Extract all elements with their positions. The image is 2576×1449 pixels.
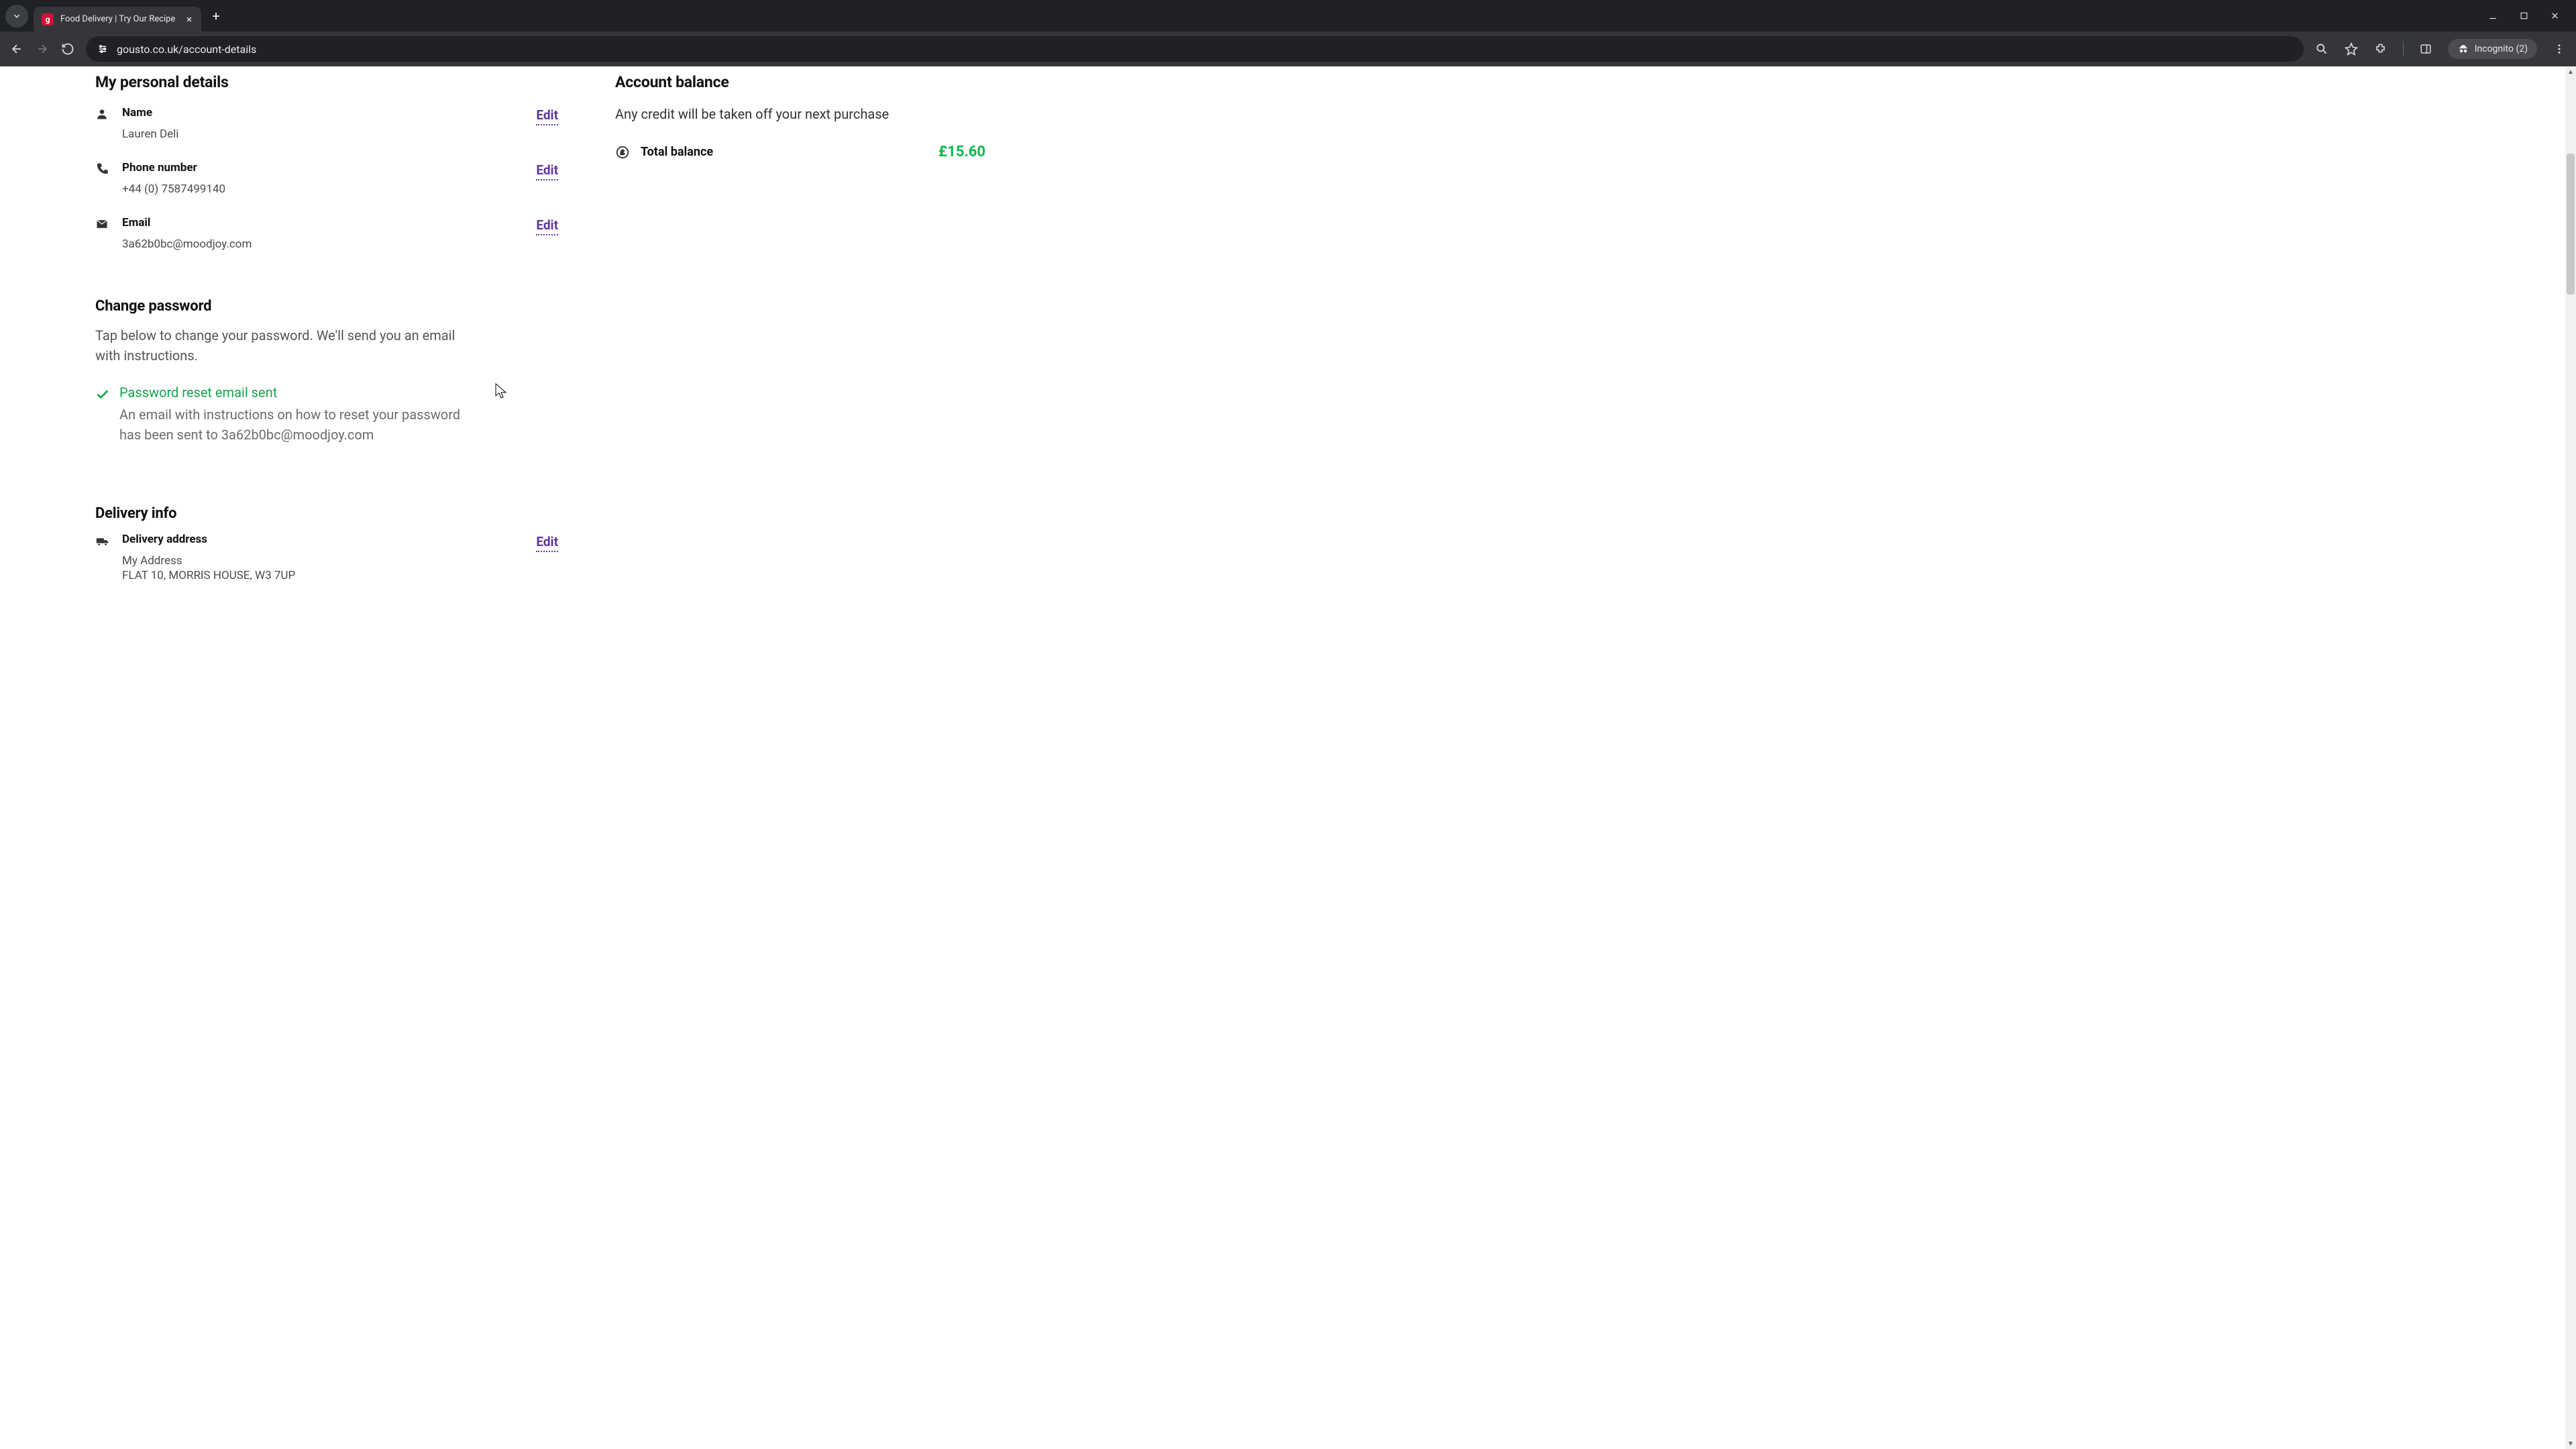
window-close-button[interactable] xyxy=(2548,11,2561,21)
window-minimize-button[interactable] xyxy=(2486,11,2500,21)
incognito-indicator[interactable]: Incognito (2) xyxy=(2448,39,2537,59)
new-tab-button[interactable]: + xyxy=(207,7,225,25)
delivery-address-line: FLAT 10, MORRIS HOUSE, W3 7UP xyxy=(122,569,536,582)
edit-email-button[interactable]: Edit xyxy=(536,217,558,235)
tab-bar: g Food Delivery | Try Our Recipe + xyxy=(0,0,2576,32)
name-label: Name xyxy=(122,106,536,119)
balance-description: Any credit will be taken off your next p… xyxy=(615,106,991,122)
delivery-info-heading: Delivery info xyxy=(95,505,558,522)
password-reset-title: Password reset email sent xyxy=(119,384,468,400)
name-field: Name Lauren Deli Edit xyxy=(95,106,558,141)
sidepanel-icon[interactable] xyxy=(2418,42,2433,56)
browser-chrome: g Food Delivery | Try Our Recipe + xyxy=(0,0,2576,66)
toolbar-divider xyxy=(2403,42,2404,56)
zoom-icon[interactable] xyxy=(2314,42,2329,56)
phone-label: Phone number xyxy=(122,161,536,174)
email-value: 3a62b0bc@moodjoy.com xyxy=(122,237,536,251)
browser-menu-button[interactable] xyxy=(2552,42,2567,56)
change-password-heading: Change password xyxy=(95,298,558,315)
edit-name-button[interactable]: Edit xyxy=(536,107,558,125)
svg-text:£: £ xyxy=(621,149,625,156)
delivery-address-name: My Address xyxy=(122,554,536,568)
tab-title: Food Delivery | Try Our Recipe xyxy=(60,14,175,24)
window-controls xyxy=(2486,11,2571,21)
balance-total-label: Total balance xyxy=(641,145,713,159)
vertical-scrollbar[interactable]: ▲ ▼ xyxy=(2565,66,2576,1449)
address-bar: gousto.co.uk/account-details Incognito (… xyxy=(0,32,2576,66)
tab-close-button[interactable] xyxy=(185,15,193,23)
balance-total-value: £15.60 xyxy=(938,144,991,160)
phone-field: Phone number +44 (0) 7587499140 Edit xyxy=(95,161,558,196)
email-field: Email 3a62b0bc@moodjoy.com Edit xyxy=(95,216,558,251)
delivery-address-label: Delivery address xyxy=(122,533,536,546)
balance-row: £ Total balance £15.60 xyxy=(615,144,991,160)
email-label: Email xyxy=(122,216,536,229)
site-settings-icon[interactable] xyxy=(97,43,109,55)
edit-phone-button[interactable]: Edit xyxy=(536,162,558,180)
pound-icon: £ xyxy=(615,145,630,160)
account-balance-heading: Account balance xyxy=(615,73,991,91)
truck-icon xyxy=(95,533,122,549)
scroll-thumb[interactable] xyxy=(2567,154,2575,294)
forward-button[interactable] xyxy=(35,42,50,56)
email-icon xyxy=(95,216,122,231)
page-content: My personal details Name Lauren Deli Edi… xyxy=(0,66,2576,1449)
browser-tab[interactable]: g Food Delivery | Try Our Recipe xyxy=(34,7,201,32)
reload-button[interactable] xyxy=(60,42,75,56)
scroll-up-icon[interactable]: ▲ xyxy=(2565,66,2576,77)
phone-icon xyxy=(95,161,122,176)
url-input[interactable]: gousto.co.uk/account-details xyxy=(86,36,2304,62)
change-password-description: Tap below to change your password. We'll… xyxy=(95,325,458,366)
extensions-icon[interactable] xyxy=(2373,42,2388,56)
person-icon xyxy=(95,106,122,121)
phone-value: +44 (0) 7587499140 xyxy=(122,182,536,196)
incognito-label: Incognito (2) xyxy=(2475,44,2528,54)
scroll-down-icon[interactable]: ▼ xyxy=(2565,1438,2576,1449)
window-maximize-button[interactable] xyxy=(2517,11,2530,21)
password-reset-notice: Password reset email sent An email with … xyxy=(95,384,558,445)
tab-favicon: g xyxy=(42,13,54,25)
delivery-address-field: Delivery address My Address FLAT 10, MOR… xyxy=(95,533,558,582)
bookmark-icon[interactable] xyxy=(2344,42,2359,56)
tab-search-button[interactable] xyxy=(5,5,28,28)
check-icon xyxy=(95,384,110,402)
personal-details-heading: My personal details xyxy=(95,73,558,91)
url-text: gousto.co.uk/account-details xyxy=(117,43,256,56)
password-reset-body: An email with instructions on how to res… xyxy=(119,405,468,445)
edit-delivery-button[interactable]: Edit xyxy=(536,534,558,552)
back-button[interactable] xyxy=(9,42,24,56)
name-value: Lauren Deli xyxy=(122,127,536,141)
